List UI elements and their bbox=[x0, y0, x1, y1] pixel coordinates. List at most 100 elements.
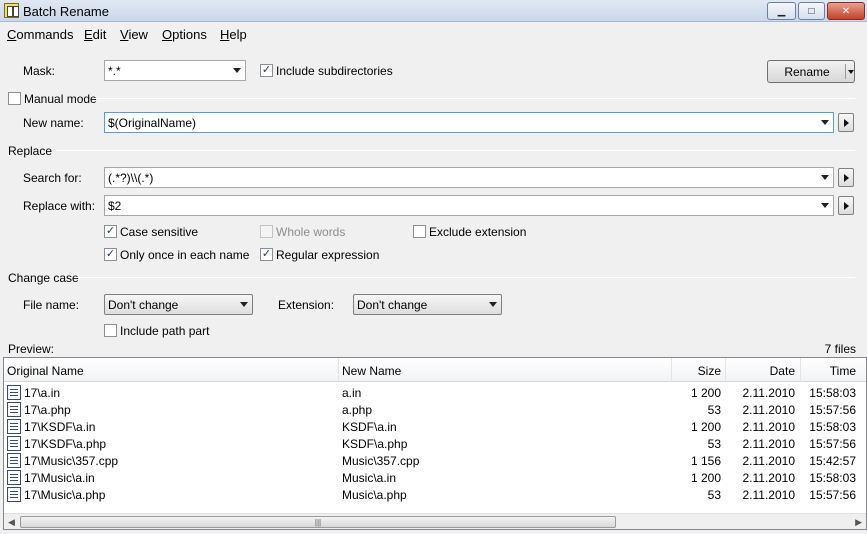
close-button[interactable]: ✕ bbox=[827, 2, 865, 20]
column-date[interactable]: Date bbox=[728, 364, 795, 378]
replace-with-combo[interactable]: $2 bbox=[104, 195, 834, 216]
table-row[interactable]: 17\Music\357.cpp Music\357.cpp 1 156 2.1… bbox=[4, 452, 866, 469]
column-divider[interactable] bbox=[800, 358, 801, 382]
row-new-name: a.php bbox=[342, 403, 373, 417]
scroll-right-icon[interactable]: ▶ bbox=[855, 517, 862, 528]
row-new-name: Music\a.php bbox=[342, 488, 407, 502]
row-new-name: KSDF\a.php bbox=[342, 437, 408, 451]
column-divider[interactable] bbox=[671, 358, 672, 382]
include-path-checkbox[interactable] bbox=[104, 324, 117, 337]
exclude-extension-checkbox[interactable] bbox=[413, 225, 426, 238]
regular-expression-checkbox[interactable]: ✓ bbox=[260, 248, 273, 261]
table-row[interactable]: 17\a.php a.php 53 2.11.2010 15:57:56 bbox=[4, 401, 866, 418]
row-date: 2.11.2010 bbox=[742, 471, 796, 485]
manual-mode-label: Manual mode bbox=[24, 92, 97, 106]
replace-section-label: Replace bbox=[8, 144, 53, 158]
row-size: 53 bbox=[707, 403, 721, 417]
row-original-name: 17\KSDF\a.in bbox=[24, 420, 96, 434]
row-time: 15:58:03 bbox=[809, 471, 856, 485]
row-date: 2.11.2010 bbox=[742, 420, 796, 434]
menu-help[interactable]: Help bbox=[220, 27, 247, 42]
chevron-down-icon[interactable] bbox=[489, 302, 497, 307]
scroll-thumb[interactable]: ||| bbox=[20, 516, 616, 528]
search-for-insert-button[interactable] bbox=[838, 168, 854, 187]
file-name-case-label: File name: bbox=[23, 298, 80, 312]
include-subdirectories-checkbox[interactable]: ✓ bbox=[260, 64, 273, 77]
row-size: 1 200 bbox=[690, 386, 721, 400]
column-divider[interactable] bbox=[338, 358, 339, 382]
scroll-left-icon[interactable]: ◀ bbox=[8, 517, 15, 528]
row-original-name: 17\a.in bbox=[24, 386, 61, 400]
row-time: 15:57:56 bbox=[809, 403, 856, 417]
menu-options[interactable]: Options bbox=[162, 27, 207, 42]
new-name-insert-button[interactable] bbox=[838, 113, 854, 132]
row-new-name: Music\a.in bbox=[342, 471, 397, 485]
row-date: 2.11.2010 bbox=[742, 437, 796, 451]
column-divider[interactable] bbox=[725, 358, 726, 382]
table-row[interactable]: 17\KSDF\a.php KSDF\a.php 53 2.11.2010 15… bbox=[4, 435, 866, 452]
replace-with-insert-button[interactable] bbox=[838, 196, 854, 215]
search-for-combo[interactable]: (.*?)\\(.*) bbox=[104, 167, 834, 188]
rename-button-label: Rename bbox=[784, 65, 830, 79]
row-time: 15:42:57 bbox=[809, 454, 856, 468]
exclude-extension-label: Exclude extension bbox=[429, 225, 527, 239]
row-size: 53 bbox=[707, 488, 721, 502]
include-path-label: Include path part bbox=[120, 324, 210, 338]
chevron-down-icon[interactable] bbox=[821, 120, 829, 125]
table-row[interactable]: 17\Music\a.php Music\a.php 53 2.11.2010 … bbox=[4, 486, 866, 503]
column-time[interactable]: Time bbox=[803, 364, 856, 378]
maximize-button[interactable]: □ bbox=[798, 2, 825, 20]
column-original-name[interactable]: Original Name bbox=[7, 364, 84, 378]
row-size: 1 156 bbox=[690, 454, 721, 468]
horizontal-scrollbar[interactable]: ◀ ||| ▶ bbox=[4, 513, 866, 529]
mask-label: Mask: bbox=[23, 64, 56, 78]
change-case-section-label: Change case bbox=[8, 271, 79, 285]
menu-view[interactable]: View bbox=[120, 27, 148, 42]
extension-case-select[interactable]: Don't change bbox=[353, 294, 502, 315]
mask-combo[interactable]: *.* bbox=[104, 60, 246, 81]
file-name-case-value: Don't change bbox=[108, 297, 179, 312]
search-for-label: Search for: bbox=[23, 171, 82, 185]
file-icon bbox=[7, 419, 21, 434]
change-case-divider bbox=[76, 277, 855, 278]
chevron-down-icon[interactable] bbox=[240, 302, 248, 307]
chevron-down-icon[interactable] bbox=[821, 175, 829, 180]
menu-commands[interactable]: Commands bbox=[7, 27, 73, 42]
file-icon bbox=[7, 470, 21, 485]
scroll-grip: ||| bbox=[314, 517, 322, 527]
whole-words-checkbox[interactable] bbox=[260, 225, 273, 238]
row-original-name: 17\Music\a.php bbox=[24, 488, 106, 502]
new-name-combo[interactable]: $(OriginalName) bbox=[104, 112, 834, 133]
whole-words-label: Whole words bbox=[276, 225, 346, 239]
menu-edit[interactable]: Edit bbox=[84, 27, 106, 42]
only-once-checkbox[interactable]: ✓ bbox=[104, 248, 117, 261]
chevron-down-icon[interactable] bbox=[821, 203, 829, 208]
column-size[interactable]: Size bbox=[674, 364, 721, 378]
table-row[interactable]: 17\KSDF\a.in KSDF\a.in 1 200 2.11.2010 1… bbox=[4, 418, 866, 435]
file-icon bbox=[7, 453, 21, 468]
minimize-button[interactable]: ▁ bbox=[767, 2, 796, 20]
row-time: 15:58:03 bbox=[809, 420, 856, 434]
title-bar: Batch Rename ▁ □ ✕ bbox=[0, 0, 867, 22]
preview-list[interactable]: Original Name New Name Size Date Time 17… bbox=[3, 357, 867, 530]
manual-mode-checkbox[interactable] bbox=[8, 92, 21, 105]
row-new-name: Music\357.cpp bbox=[342, 454, 420, 468]
mask-value: *.* bbox=[108, 63, 121, 78]
file-icon bbox=[7, 385, 21, 400]
extension-case-label: Extension: bbox=[278, 298, 335, 312]
file-icon bbox=[7, 487, 21, 502]
table-row[interactable]: 17\a.in a.in 1 200 2.11.2010 15:58:03 bbox=[4, 384, 866, 401]
only-once-label: Only once in each name bbox=[120, 248, 250, 262]
rename-button[interactable]: Rename bbox=[767, 60, 855, 83]
chevron-down-icon[interactable] bbox=[233, 68, 241, 73]
file-name-case-select[interactable]: Don't change bbox=[104, 294, 253, 315]
preview-list-header: Original Name New Name Size Date Time bbox=[4, 358, 866, 382]
new-name-label: New name: bbox=[23, 116, 84, 130]
table-row[interactable]: 17\Music\a.in Music\a.in 1 200 2.11.2010… bbox=[4, 469, 866, 486]
row-time: 15:57:56 bbox=[809, 437, 856, 451]
case-sensitive-checkbox[interactable]: ✓ bbox=[104, 225, 117, 238]
column-new-name[interactable]: New Name bbox=[342, 364, 401, 378]
row-original-name: 17\Music\357.cpp bbox=[24, 454, 119, 468]
rename-dropdown-chevron-icon[interactable] bbox=[848, 70, 854, 74]
preview-file-count: 7 files bbox=[824, 342, 856, 356]
